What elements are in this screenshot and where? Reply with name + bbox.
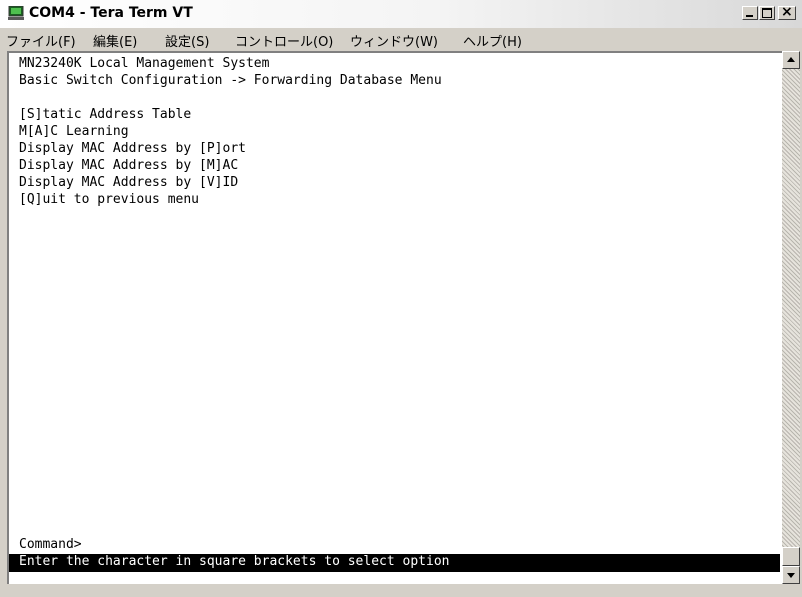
terminal-app-icon — [8, 6, 24, 20]
menu-option-display-by-mac: Display MAC Address by [M]AC — [19, 158, 239, 173]
command-prompt: Command> — [19, 537, 82, 552]
menu-option-display-by-vid: Display MAC Address by [V]ID — [19, 175, 239, 190]
scroll-thumb[interactable] — [782, 547, 800, 566]
title-bar[interactable]: COM4 - Tera Term VT × — [0, 0, 802, 29]
status-text: Enter the character in square brackets t… — [19, 554, 450, 569]
menu-settings[interactable]: 設定(S) — [165, 31, 209, 50]
scroll-down-arrow-icon — [787, 573, 795, 578]
close-glyph: × — [781, 4, 793, 20]
window-title: COM4 - Tera Term VT — [29, 5, 193, 21]
vertical-scrollbar[interactable] — [782, 51, 800, 584]
menu-option-static-address-table: [S]tatic Address Table — [19, 107, 192, 122]
menu-option-quit: [Q]uit to previous menu — [19, 192, 200, 207]
status-line: Enter the character in square brackets t… — [9, 554, 780, 572]
tera-term-window: COM4 - Tera Term VT × ファイル(F) 編集(E) 設定(S… — [0, 0, 802, 597]
menu-window[interactable]: ウィンドウ(W) — [350, 31, 438, 50]
menu-help[interactable]: ヘルプ(H) — [463, 31, 522, 50]
scroll-up-button[interactable] — [782, 51, 800, 69]
minimize-icon[interactable] — [742, 6, 758, 20]
maximize-icon[interactable] — [759, 6, 775, 20]
scroll-up-arrow-icon — [787, 57, 795, 62]
close-icon[interactable]: × — [778, 4, 796, 20]
menu-bar: ファイル(F) 編集(E) 設定(S) コントロール(O) ウィンドウ(W) ヘ… — [0, 28, 802, 50]
menu-file[interactable]: ファイル(F) — [6, 31, 76, 50]
terminal-line: Basic Switch Configuration -> Forwarding… — [19, 73, 442, 88]
menu-control[interactable]: コントロール(O) — [235, 31, 333, 50]
menu-edit[interactable]: 編集(E) — [93, 31, 137, 50]
scroll-down-button[interactable] — [782, 566, 800, 584]
terminal-screen[interactable]: MN23240K Local Management System Basic S… — [7, 51, 782, 584]
menu-option-mac-learning: M[A]C Learning — [19, 124, 129, 139]
terminal-line: MN23240K Local Management System — [19, 56, 270, 71]
menu-option-display-by-port: Display MAC Address by [P]ort — [19, 141, 246, 156]
